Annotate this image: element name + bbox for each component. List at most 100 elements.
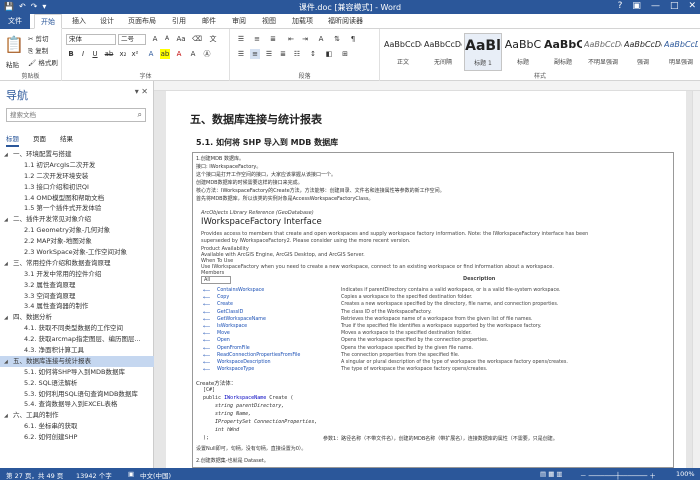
nav-close-icon[interactable]: ▾ ✕ [135,87,148,96]
member-link[interactable]: Move [217,331,230,336]
nav-search-input[interactable]: 搜索文档 ⌕ [6,108,146,122]
collapse-triangle-icon[interactable]: ◢ [4,357,13,367]
nav-heading-l2[interactable]: 3.4 属性查询器的制作 [0,301,154,312]
collapse-triangle-icon[interactable]: ◢ [4,259,13,269]
style-no-spacing[interactable]: AaBbCcDc 无间隔 [424,33,462,71]
member-link[interactable]: GetWorkspaceName [217,317,266,322]
document-page[interactable]: 五、数据库连接与统计报表 5.1. 如何将 SHP 导入到 MDB 数据库 1.… [166,91,686,468]
tab-insert[interactable]: 插入 [66,14,92,29]
nav-heading-l2[interactable]: 6.2. 如何创建SHP [0,432,154,443]
language-indicator[interactable]: 中文(中国) [140,470,171,480]
style-title[interactable]: AaBbC 标题 [504,33,542,71]
paste-button[interactable]: 粘贴 [6,59,19,69]
style-emphasis[interactable]: AaBbCcDc 强调 [624,33,662,71]
copy-button[interactable]: ⎘ 复制 [28,45,48,56]
nav-heading-l2[interactable]: 2.2 MAP对象-地图对象 [0,236,154,247]
numbering-icon[interactable]: ≡ [252,34,262,44]
page-count[interactable]: 第 27 页，共 49 页 [6,470,63,480]
format-painter-button[interactable]: 🖌 格式刷 [28,57,58,67]
nav-heading-l1[interactable]: ◢ 三、常用控件介绍和数据查询原理 [0,258,154,269]
nav-heading-l2[interactable]: 1.1 初识ArcgIs二次开发 [0,160,154,171]
grow-font-icon[interactable]: A [150,34,160,44]
nav-heading-l2[interactable]: 5.2. SQL语法解析 [0,378,154,389]
nav-heading-l2[interactable]: 4.1. 获取不同类型数据的工作空间 [0,323,154,334]
member-link[interactable]: WorkspaceDescription [217,360,271,365]
font-size-box[interactable]: 二号 [118,34,146,45]
member-link[interactable]: OpenFromFile [217,346,250,351]
nav-heading-l2[interactable]: 5.1. 如何将SHP导入到MDB数据库 [0,367,154,378]
align-center-icon[interactable]: ≡ [250,49,260,59]
member-link[interactable]: Open [217,338,230,343]
nav-heading-l2[interactable]: 1.4 OMD模型图和帮助文档 [0,193,154,204]
paste-icon[interactable]: 📋 [4,35,24,54]
member-link[interactable]: GetClassID [217,310,243,315]
sort-icon[interactable]: ⇅ [332,34,342,44]
clear-format-icon[interactable]: ⌫ [192,34,202,44]
member-link[interactable]: IsWorkspace [217,324,247,329]
member-link[interactable]: ContainsWorkspace [217,288,264,293]
collapse-triangle-icon[interactable]: ◢ [4,411,13,421]
member-link[interactable]: Create [217,302,233,307]
member-link[interactable]: ReadConnectionPropertiesFromFile [217,353,300,358]
nav-heading-l2[interactable]: 5.4. 查询数据导入到EXCEL表格 [0,399,154,410]
tab-addins[interactable]: 加载项 [286,14,319,29]
nav-heading-l2[interactable]: 2.3 WorkSpace对象-工作空间对象 [0,247,154,258]
style-normal[interactable]: AaBbCcDc 正文 [384,33,422,71]
ribbon-display-icon[interactable]: ▣ [632,1,641,11]
tab-foxit[interactable]: 福昕阅读器 [322,14,369,29]
ref-filter-select[interactable]: All [201,276,231,284]
nav-heading-l2[interactable]: 1.3 接口介绍和初识QI [0,182,154,193]
nav-heading-l2[interactable]: 1.2 二次开发环境安装 [0,171,154,182]
increase-indent-icon[interactable]: ⇥ [300,34,310,44]
style-subtle-emphasis[interactable]: AaBbCcDc 不明显强调 [584,33,622,71]
nav-heading-l2[interactable]: 1.5 第一个插件式开发体验 [0,203,154,214]
align-left-icon[interactable]: ☰ [236,49,246,59]
borders-icon[interactable]: ⊞ [340,49,350,59]
maximize-icon[interactable]: □ [670,1,679,11]
search-icon[interactable]: ⌕ [138,109,142,121]
proofing-icon[interactable]: ▣ [128,470,134,478]
font-name-box[interactable]: 宋体 [66,34,116,45]
nav-heading-l2[interactable]: 2.1 Geometry对象-几何对象 [0,225,154,236]
superscript-icon[interactable]: x² [130,49,140,59]
text-effects-icon[interactable]: A [146,49,156,59]
italic-icon[interactable]: I [78,49,88,59]
collapse-triangle-icon[interactable]: ◢ [4,215,13,225]
bold-icon[interactable]: B [66,49,76,59]
member-link[interactable]: Copy [217,295,229,300]
style-intense-emphasis[interactable]: AaBbCcDc明显强调 [664,33,698,71]
style-subtitle[interactable]: AaBbC 副标题 [544,33,582,71]
tab-review[interactable]: 审阅 [226,14,252,29]
nav-tab-pages[interactable]: 页面 [33,133,46,147]
tab-references[interactable]: 引用 [166,14,192,29]
help-icon[interactable]: ? [618,1,623,11]
distributed-icon[interactable]: ☷ [292,49,302,59]
nav-heading-l2[interactable]: 3.3 空间查询原理 [0,291,154,302]
nav-heading-l2[interactable]: 4.2. 获取arcmap指定图层、编历图层... [0,334,154,345]
nav-heading-l2[interactable]: 6.1. 坐标串的获取 [0,421,154,432]
line-spacing-icon[interactable]: ↕ [308,49,318,59]
enclose-char-icon[interactable]: Ⓐ [202,49,212,59]
change-case-icon[interactable]: Aa [176,34,186,44]
minimize-icon[interactable]: — [651,1,660,11]
tab-file[interactable]: 文件 [0,14,30,29]
nav-heading-l1[interactable]: ◢ 六、工具的制作 [0,410,154,421]
align-right-icon[interactable]: ☰ [264,49,274,59]
nav-heading-l2[interactable]: 3.1 开发中常用的控件介绍 [0,269,154,280]
view-mode-icons[interactable]: ▤ ▦ ▥ [540,470,563,478]
chinese-layout-icon[interactable]: A [316,34,326,44]
word-count[interactable]: 13942 个字 [76,470,112,480]
nav-heading-l2[interactable]: 4.3. 净面积计算工具 [0,345,154,356]
shading-icon[interactable]: ◧ [324,49,334,59]
collapse-triangle-icon[interactable]: ◢ [4,150,13,160]
char-shading-icon[interactable]: A [188,49,198,59]
tab-layout[interactable]: 页面布局 [122,14,162,29]
style-heading-1[interactable]: AaBl 标题 1 [464,33,502,71]
bullets-icon[interactable]: ☰ [236,34,246,44]
decrease-indent-icon[interactable]: ⇤ [286,34,296,44]
nav-heading-l2[interactable]: 5.3. 如何利用SQL语句查询MDB数据库 [0,389,154,400]
nav-heading-l1[interactable]: ◢ 四、数据分析 [0,312,154,323]
tab-home[interactable]: 开始 [34,14,62,29]
highlight-icon[interactable]: ab [160,49,170,59]
font-color-icon[interactable]: A [174,49,184,59]
